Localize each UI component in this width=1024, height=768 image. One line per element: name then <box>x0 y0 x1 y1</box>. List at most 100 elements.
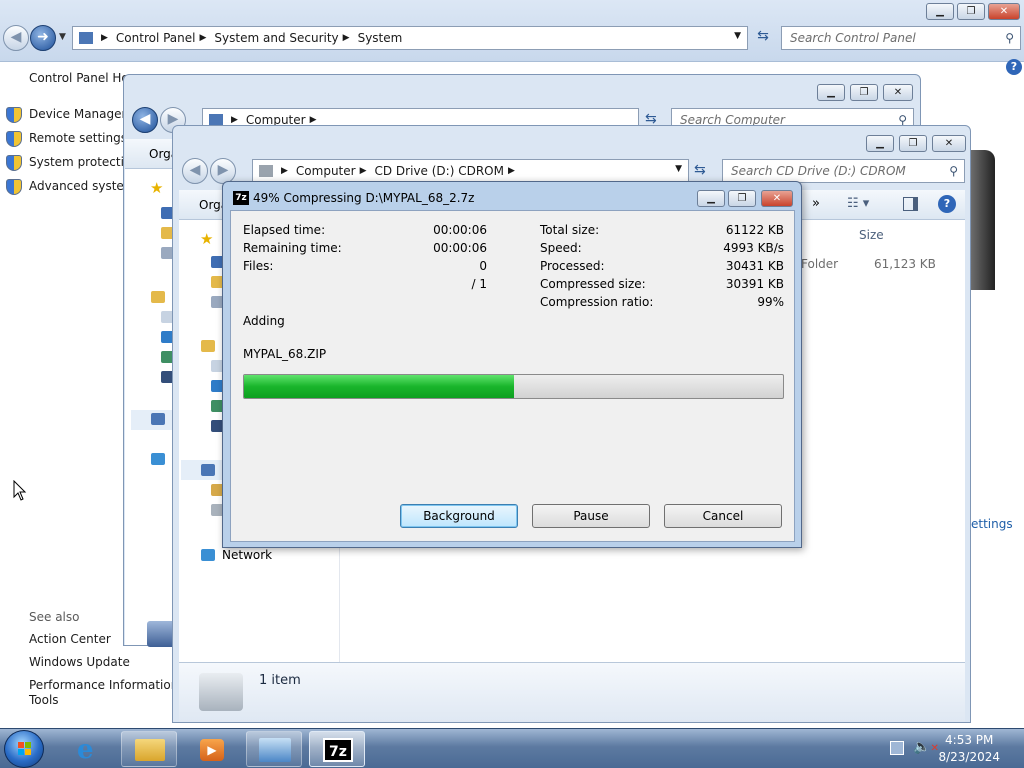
progress-bar-fill <box>244 375 514 398</box>
dialog-title: 49% Compressing D:\MYPAL_68_2.7z <box>253 191 475 205</box>
chevron-down-icon[interactable]: ▼ <box>675 164 682 174</box>
start-button[interactable] <box>4 730 44 768</box>
progress-bar <box>243 374 784 399</box>
elapsed-time-value: 00:00:06 <box>433 223 487 237</box>
network-icon <box>151 453 165 465</box>
address-bar[interactable]: ▶ Computer ▶ CD Drive (D:) CDROM ▶ ▼ <box>252 159 689 183</box>
shield-icon <box>6 155 22 171</box>
file-type-cell: Folder <box>801 257 839 271</box>
taskbar-explorer-button[interactable] <box>121 731 177 767</box>
chevron-right-icon: ▶ <box>231 115 238 125</box>
compression-ratio-label: Compression ratio: <box>540 295 654 309</box>
chevron-right-icon: ▶ <box>507 166 515 176</box>
clock[interactable]: 4:53 PM 8/23/2024 <box>938 732 1000 766</box>
action-center-link[interactable]: Action Center <box>29 632 111 646</box>
background-button[interactable]: Background <box>400 504 518 528</box>
help-icon[interactable]: ? <box>938 195 956 213</box>
refresh-icon[interactable]: ⇆ <box>751 28 775 48</box>
maximize-button[interactable]: ❐ <box>899 135 927 152</box>
close-button[interactable]: ✕ <box>761 190 793 207</box>
media-player-icon: ▶ <box>200 739 224 761</box>
shield-icon <box>6 107 22 123</box>
maximize-button[interactable]: ❐ <box>957 3 985 20</box>
remaining-time-label: Remaining time: <box>243 241 342 255</box>
search-input[interactable]: Search Control Panel ⚲ <box>781 26 1021 50</box>
column-header-size[interactable]: Size <box>859 228 884 242</box>
cd-drive-icon <box>199 673 243 711</box>
minimize-button[interactable]: ▁ <box>817 84 845 101</box>
minimize-button[interactable]: ▁ <box>926 3 954 20</box>
compressed-size-label: Compressed size: <box>540 277 646 291</box>
close-button[interactable]: ✕ <box>988 3 1020 20</box>
recent-pages-dropdown[interactable]: ▼ <box>59 32 66 42</box>
network-icon <box>201 549 215 561</box>
taskbar-media-player-button[interactable]: ▶ <box>183 731 239 767</box>
total-size-label: Total size: <box>540 223 600 237</box>
preview-pane-icon[interactable] <box>903 197 918 211</box>
back-button[interactable]: ◀ <box>182 158 208 184</box>
7zip-icon: 7z <box>323 738 353 762</box>
favorites-star-icon: ★ <box>200 230 214 248</box>
maximize-button[interactable]: ❐ <box>728 190 756 207</box>
back-button[interactable]: ◀ <box>132 107 158 133</box>
back-button[interactable]: ◀ <box>3 25 29 51</box>
pause-button[interactable]: Pause <box>532 504 650 528</box>
chevron-right-icon: ▶ <box>342 33 350 43</box>
dialog-body: Elapsed time: 00:00:06 Remaining time: 0… <box>230 210 795 542</box>
computer-icon <box>151 413 165 425</box>
breadcrumb-control-panel[interactable]: Control Panel <box>116 31 196 45</box>
minimize-button[interactable]: ▁ <box>697 190 725 207</box>
see-also-heading: See also <box>29 610 80 624</box>
view-options-icon[interactable]: ☷ ▾ <box>847 196 869 211</box>
files-value: 0 <box>479 259 487 273</box>
ie-icon: e <box>77 735 94 765</box>
remaining-time-value: 00:00:06 <box>433 241 487 255</box>
action-label: Adding <box>243 314 285 328</box>
elapsed-time-label: Elapsed time: <box>243 223 326 237</box>
help-icon[interactable]: ? <box>1006 59 1022 75</box>
chevron-down-icon[interactable]: ▼ <box>734 31 741 41</box>
device-manager-link[interactable]: Device Manager <box>29 107 126 121</box>
volume-muted-icon[interactable]: 🔈✕ <box>913 739 939 755</box>
cd-drive-icon <box>259 165 273 177</box>
network-tree-item[interactable]: Network <box>222 548 272 562</box>
taskbar-7zip-button[interactable]: 7z <box>309 731 365 767</box>
windows-update-link[interactable]: Windows Update <box>29 655 130 669</box>
control-panel-icon <box>79 32 93 44</box>
search-icon: ⚲ <box>949 164 958 178</box>
breadcrumb-system-security[interactable]: System and Security <box>214 31 338 45</box>
search-input[interactable]: Search CD Drive (D:) CDROM ⚲ <box>722 159 965 183</box>
speed-label: Speed: <box>540 241 582 255</box>
more-commands-icon[interactable]: » <box>812 196 820 211</box>
breadcrumb-system[interactable]: System <box>358 31 403 45</box>
taskbar: e ▶ 7z 🔈✕ 4:53 PM 8/23/2024 <box>0 728 1024 768</box>
minimize-button[interactable]: ▁ <box>866 135 894 152</box>
control-panel-home-link[interactable]: Control Panel Ho <box>29 71 129 85</box>
item-count: 1 item <box>259 673 301 688</box>
total-size-value: 61122 KB <box>725 223 784 237</box>
cancel-button[interactable]: Cancel <box>664 504 782 528</box>
current-file-label: MYPAL_68.ZIP <box>243 347 327 361</box>
advanced-system-link[interactable]: Advanced system <box>29 179 135 193</box>
address-bar[interactable]: ▶ Control Panel ▶ System and Security ▶ … <box>72 26 748 50</box>
performance-tools-link[interactable]: Tools <box>29 693 59 707</box>
mouse-cursor-icon <box>13 480 27 501</box>
close-button[interactable]: ✕ <box>883 84 913 101</box>
refresh-icon[interactable]: ⇆ <box>694 162 706 178</box>
network-tray-icon[interactable] <box>890 741 904 755</box>
performance-info-link[interactable]: Performance Information a <box>29 678 190 692</box>
taskbar-ie-button[interactable]: e <box>62 731 118 767</box>
forward-button[interactable]: ➜ <box>30 25 56 51</box>
explorer-icon <box>135 739 165 761</box>
breadcrumb-computer[interactable]: Computer <box>296 164 356 178</box>
close-button[interactable]: ✕ <box>932 135 966 152</box>
libraries-icon <box>151 291 165 303</box>
7zip-icon: 7z <box>233 191 249 205</box>
remote-settings-link[interactable]: Remote settings <box>29 131 127 145</box>
taskbar-control-panel-button[interactable] <box>246 731 302 767</box>
clock-time: 4:53 PM <box>945 733 994 747</box>
maximize-button[interactable]: ❐ <box>850 84 878 101</box>
chevron-right-icon: ▶ <box>101 33 108 43</box>
breadcrumb-cd-drive[interactable]: CD Drive (D:) CDROM <box>375 164 504 178</box>
change-settings-link[interactable]: ettings <box>971 517 1013 531</box>
